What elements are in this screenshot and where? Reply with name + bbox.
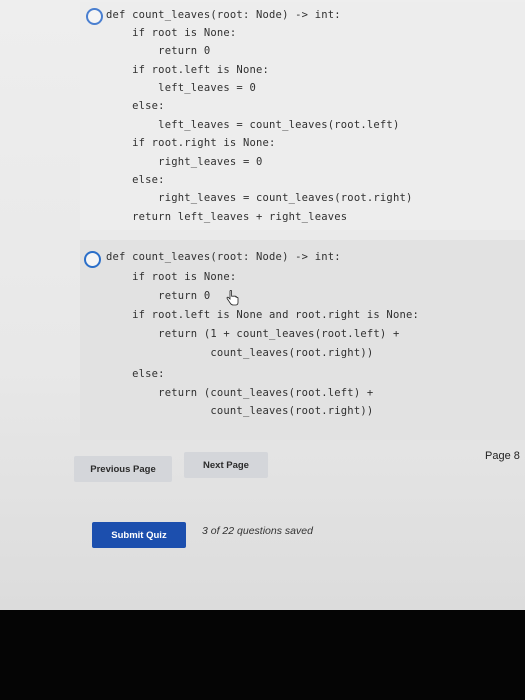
code-line: else: [106, 368, 165, 380]
code-line: def count_leaves(root: Node) -> int: [106, 251, 341, 263]
hand-pointer-icon [226, 290, 239, 306]
submit-quiz-button[interactable]: Submit Quiz [92, 522, 186, 548]
quiz-page: def count_leaves(root: Node) -> int: if … [0, 0, 525, 610]
code-line: left_leaves = 0 [106, 82, 256, 94]
previous-page-button[interactable]: Previous Page [74, 456, 172, 482]
saved-status-text: 3 of 22 questions saved [202, 525, 313, 537]
code-line: return (1 + count_leaves(root.left) + [106, 328, 400, 340]
code-line: if root.left is None: [106, 64, 270, 76]
code-line: left_leaves = count_leaves(root.left) [106, 119, 400, 131]
code-line: return 0 [106, 45, 211, 57]
code-line: if root is None: [106, 27, 237, 39]
radio-button-option-2[interactable] [84, 251, 101, 268]
code-line: return 0 [106, 290, 211, 302]
code-line: right_leaves = count_leaves(root.right) [106, 192, 413, 204]
code-line: else: [106, 174, 165, 186]
code-line: if root.left is None and root.right is N… [106, 309, 420, 321]
answer-option-2[interactable]: def count_leaves(root: Node) -> int: if … [80, 240, 525, 440]
page-indicator: Page 8 [485, 450, 520, 462]
screen-bezel [0, 610, 525, 700]
code-line: return left_leaves + right_leaves [106, 211, 348, 223]
code-line: count_leaves(root.right)) [106, 347, 374, 359]
radio-button-option-1[interactable] [86, 8, 103, 25]
code-line: if root.right is None: [106, 137, 276, 149]
code-line: if root is None: [106, 271, 237, 283]
code-line: else: [106, 100, 165, 112]
code-line: return (count_leaves(root.left) + [106, 387, 374, 399]
next-page-button[interactable]: Next Page [184, 452, 268, 478]
code-line: count_leaves(root.right)) [106, 405, 374, 417]
answer-option-1[interactable]: def count_leaves(root: Node) -> int: if … [80, 2, 525, 230]
code-line: def count_leaves(root: Node) -> int: [106, 9, 341, 21]
code-line: right_leaves = 0 [106, 156, 263, 168]
